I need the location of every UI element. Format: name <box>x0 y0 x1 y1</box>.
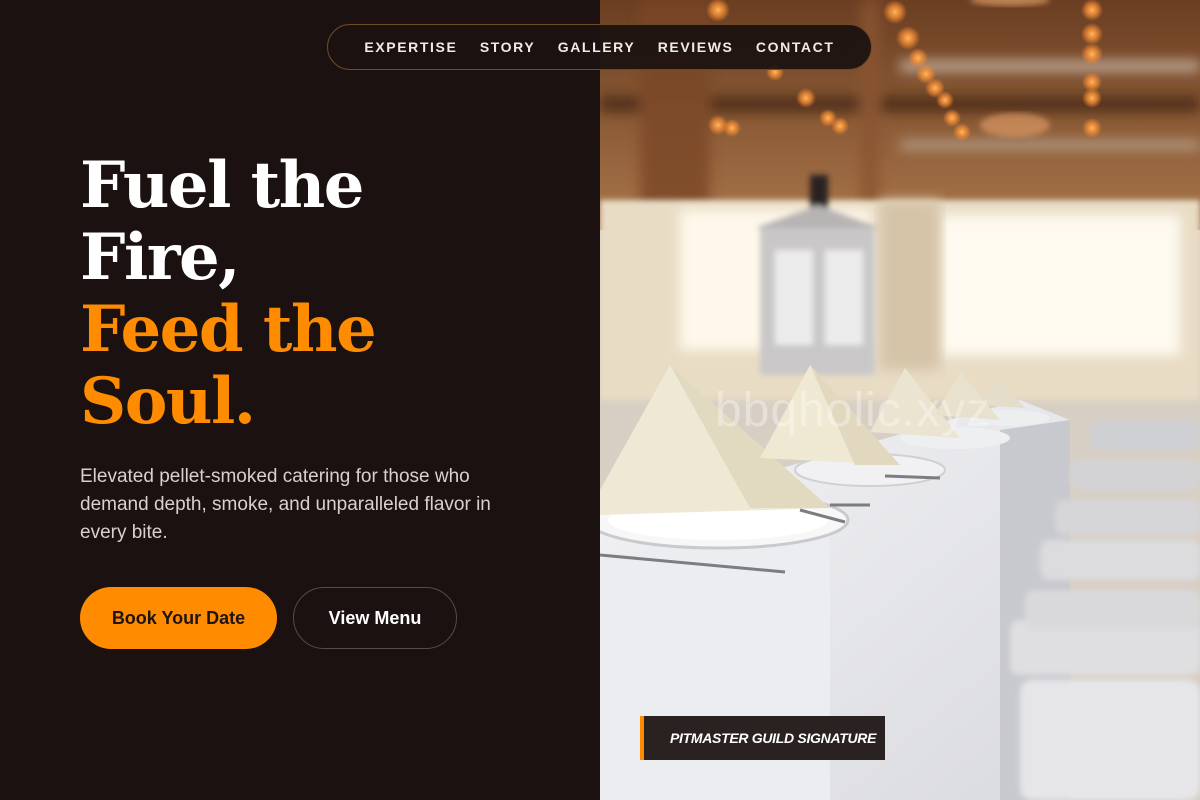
signature-badge: PITMASTER GUILD SIGNATURE <box>640 716 885 760</box>
nav-link-gallery[interactable]: GALLERY <box>558 39 636 55</box>
main-nav: EXPERTISE STORY GALLERY REVIEWS CONTACT <box>327 24 872 70</box>
nav-link-story[interactable]: STORY <box>480 39 535 55</box>
nav-link-expertise[interactable]: EXPERTISE <box>364 39 457 55</box>
watermark-text: bbqholic.xyz <box>715 384 992 437</box>
hero-lead-text: Elevated pellet-smoked catering for thos… <box>80 466 491 543</box>
headline-line-1: Fuel the <box>80 148 364 223</box>
book-your-date-button[interactable]: Book Your Date <box>80 587 277 649</box>
headline-line-2: Fire, <box>80 220 240 295</box>
hero-headline: Fuel the Fire, Feed the Soul. <box>80 148 377 439</box>
headline-line-4: Soul. <box>80 364 256 439</box>
nav-link-contact[interactable]: CONTACT <box>756 39 835 55</box>
headline-line-3: Feed the <box>80 292 377 367</box>
view-menu-button[interactable]: View Menu <box>293 587 457 649</box>
nav-link-reviews[interactable]: REVIEWS <box>658 39 734 55</box>
